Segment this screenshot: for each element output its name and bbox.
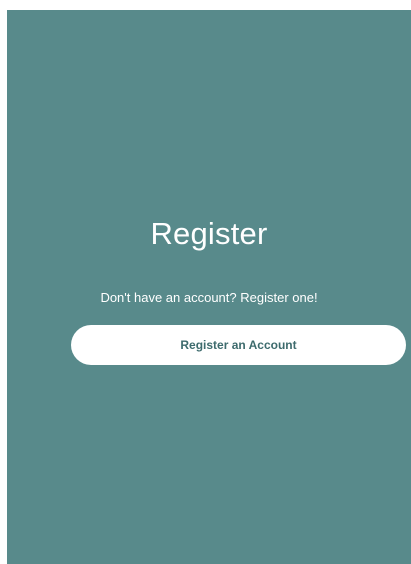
- page-title: Register: [150, 216, 268, 251]
- register-account-button[interactable]: Register an Account: [71, 325, 406, 365]
- register-prompt-text: Don't have an account? Register one!: [100, 290, 318, 305]
- register-panel: Register Don't have an account? Register…: [7, 10, 411, 564]
